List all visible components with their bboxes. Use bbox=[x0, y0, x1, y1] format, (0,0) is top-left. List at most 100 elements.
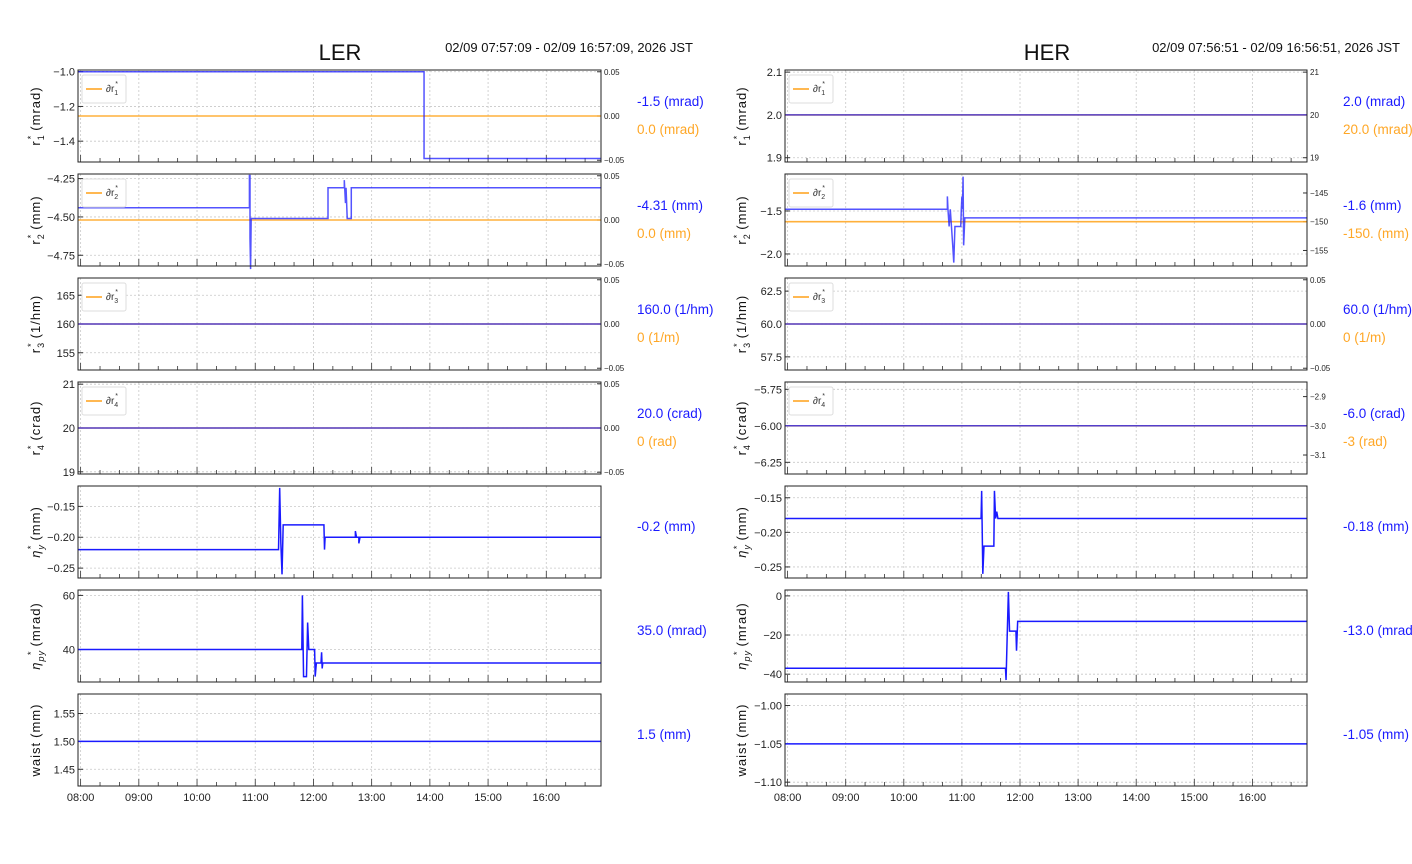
panel: 62.560.057.50.050.00−0.05∂r3*r3*(1/hm) 60… bbox=[732, 276, 1412, 373]
legend: ∂r4* bbox=[788, 386, 834, 416]
legend-superscript: * bbox=[822, 393, 825, 400]
right-y-tick-label: −0.05 bbox=[604, 260, 625, 269]
x-tick-label: 15:00 bbox=[1181, 792, 1209, 804]
legend: ∂r1* bbox=[81, 74, 127, 104]
current-value-blue: 160.0 (1/hm) bbox=[637, 302, 714, 317]
current-value-blue: -0.18 (mm) bbox=[1343, 519, 1409, 534]
y-tick-label: 1.55 bbox=[54, 709, 75, 721]
x-tick-label: 13:00 bbox=[358, 792, 386, 804]
y-axis-label: r4*(crad) bbox=[732, 401, 752, 456]
y-axis-label: r1*(mrad) bbox=[732, 86, 752, 145]
y-tick-label: −0.25 bbox=[754, 562, 782, 574]
legend-subscript: 1 bbox=[114, 90, 118, 97]
legend-subscript: 3 bbox=[114, 298, 118, 305]
y-tick-label: 165 bbox=[57, 290, 75, 302]
plot-frame bbox=[784, 381, 1308, 475]
y-label-superscript: * bbox=[26, 135, 36, 140]
legend-superscript: * bbox=[822, 185, 825, 192]
chart-ler: LER 02/09 07:57:09 - 02/09 16:57:09, 2026… bbox=[26, 40, 714, 804]
x-tick-label: 12:00 bbox=[1006, 792, 1034, 804]
panel: 2.12.01.9212019∂r1*r1*(mrad) 2.0 (mrad)20… bbox=[732, 67, 1412, 165]
y-tick-label: −4.25 bbox=[47, 174, 75, 186]
legend-superscript: * bbox=[115, 393, 118, 400]
legend: ∂r3* bbox=[81, 282, 127, 312]
chart-title: HER bbox=[1024, 40, 1070, 65]
right-y-tick-label: 0.00 bbox=[604, 424, 620, 433]
plot-frame bbox=[784, 693, 1308, 787]
current-value-blue: -4.31 (mm) bbox=[637, 198, 703, 213]
current-value-orange: 0 (1/m) bbox=[637, 330, 680, 345]
y-tick-label: −1.10 bbox=[754, 777, 782, 789]
y-tick-label: −1.00 bbox=[754, 701, 782, 713]
y-label-symbol: η bbox=[734, 662, 749, 670]
y-tick-label: −4.75 bbox=[47, 250, 75, 262]
right-y-tick-label: −2.9 bbox=[1310, 393, 1326, 402]
y-label-superscript: * bbox=[26, 545, 36, 550]
date-range: 02/09 07:56:51 - 02/09 16:56:51, 2026 JS… bbox=[1152, 40, 1400, 55]
right-y-tick-label: 0.05 bbox=[1310, 276, 1326, 285]
y-tick-label: −0.15 bbox=[47, 501, 75, 513]
panel: −1.5−2.0−145−150−155∂r2*r2*(mm) -1.6 (mm)… bbox=[732, 173, 1409, 267]
x-tick-label: 16:00 bbox=[1239, 792, 1267, 804]
current-value-orange: 20.0 (mrad) bbox=[1343, 122, 1412, 137]
current-value-blue: 35.0 (mrad) bbox=[637, 623, 707, 638]
legend-subscript: 2 bbox=[821, 194, 825, 201]
y-label-unit: (crad) bbox=[28, 401, 43, 441]
right-y-tick-label: −0.05 bbox=[604, 364, 625, 373]
y-label-unit: (1/hm) bbox=[734, 295, 749, 339]
x-tick-label: 09:00 bbox=[125, 792, 153, 804]
legend: ∂r2* bbox=[81, 178, 127, 208]
right-y-tick-label: −0.05 bbox=[604, 156, 625, 165]
y-tick-label: 60.0 bbox=[761, 319, 782, 331]
panel: 0 −20 −40 ηpy* (mrad) -13.0 (mrad) bbox=[732, 589, 1412, 683]
y-axis-label: ηpy* (mrad) bbox=[26, 602, 46, 670]
y-label-subscript: py bbox=[742, 650, 752, 663]
panel: 1.55 1.50 1.45 waist (mm) 1.5 (mm) 08:00 09:00 1… bbox=[28, 693, 691, 804]
plot-frame bbox=[77, 589, 602, 683]
y-label-unit: (mm) bbox=[28, 195, 43, 229]
y-axis-label: r1*(mrad) bbox=[26, 86, 46, 145]
y-tick-label: −6.25 bbox=[754, 457, 782, 469]
x-tick-label: 16:00 bbox=[533, 792, 561, 804]
chart-title: LER bbox=[319, 40, 362, 65]
y-axis-label: waist (mm) bbox=[734, 704, 749, 778]
legend-superscript: * bbox=[115, 81, 118, 88]
y-label-superscript: * bbox=[732, 342, 742, 347]
x-tick-label: 12:00 bbox=[300, 792, 328, 804]
y-label-subscript: 2 bbox=[36, 233, 46, 239]
y-tick-label: 160 bbox=[57, 319, 75, 331]
y-label-symbol: η bbox=[28, 550, 43, 558]
y-tick-label: 19 bbox=[63, 467, 75, 479]
y-axis-label: ηpy* (mrad) bbox=[732, 602, 752, 670]
right-y-tick-label: 0.00 bbox=[1310, 320, 1326, 329]
y-tick-label: −0.20 bbox=[47, 532, 75, 544]
current-value-blue: -1.05 (mm) bbox=[1343, 727, 1409, 742]
x-tick-label: 14:00 bbox=[416, 792, 444, 804]
x-tick-label: 08:00 bbox=[774, 792, 802, 804]
y-label-superscript: * bbox=[732, 545, 742, 550]
right-y-tick-label: −3.1 bbox=[1310, 451, 1326, 460]
y-label-unit: (mrad) bbox=[734, 602, 749, 646]
y-label-superscript: * bbox=[26, 234, 36, 239]
y-axis-label: waist (mm) bbox=[28, 704, 43, 778]
panel: −0.15 −0.20 −0.25 ηy* (mm) -0.2 (mm) bbox=[26, 485, 696, 579]
plot-frame bbox=[77, 693, 602, 787]
current-value-blue: 60.0 (1/hm) bbox=[1343, 302, 1412, 317]
current-value-blue: -1.6 (mm) bbox=[1343, 198, 1402, 213]
panel: −5.75−6.00−6.25−2.9−3.0−3.1∂r4*r4*(crad)… bbox=[732, 381, 1405, 475]
right-y-tick-label: 0.00 bbox=[604, 112, 620, 121]
right-y-tick-label: 0.05 bbox=[604, 172, 620, 181]
current-value-orange: -150. (mm) bbox=[1343, 226, 1409, 241]
current-value-orange: 0 (1/m) bbox=[1343, 330, 1386, 345]
right-y-tick-label: 0.05 bbox=[604, 68, 620, 77]
y-label-superscript: * bbox=[26, 445, 36, 450]
legend-subscript: 4 bbox=[114, 402, 118, 409]
y-label-unit: (mrad) bbox=[28, 602, 43, 646]
right-y-tick-label: −3.0 bbox=[1310, 422, 1326, 431]
legend-subscript: 4 bbox=[821, 402, 825, 409]
figure: LER 02/09 07:57:09 - 02/09 16:57:09, 2026… bbox=[26, 40, 1412, 804]
y-tick-label: −0.25 bbox=[47, 563, 75, 575]
y-label-subscript: 3 bbox=[742, 342, 752, 348]
y-tick-label: −5.75 bbox=[754, 384, 782, 396]
y-label-subscript: 1 bbox=[36, 134, 46, 140]
